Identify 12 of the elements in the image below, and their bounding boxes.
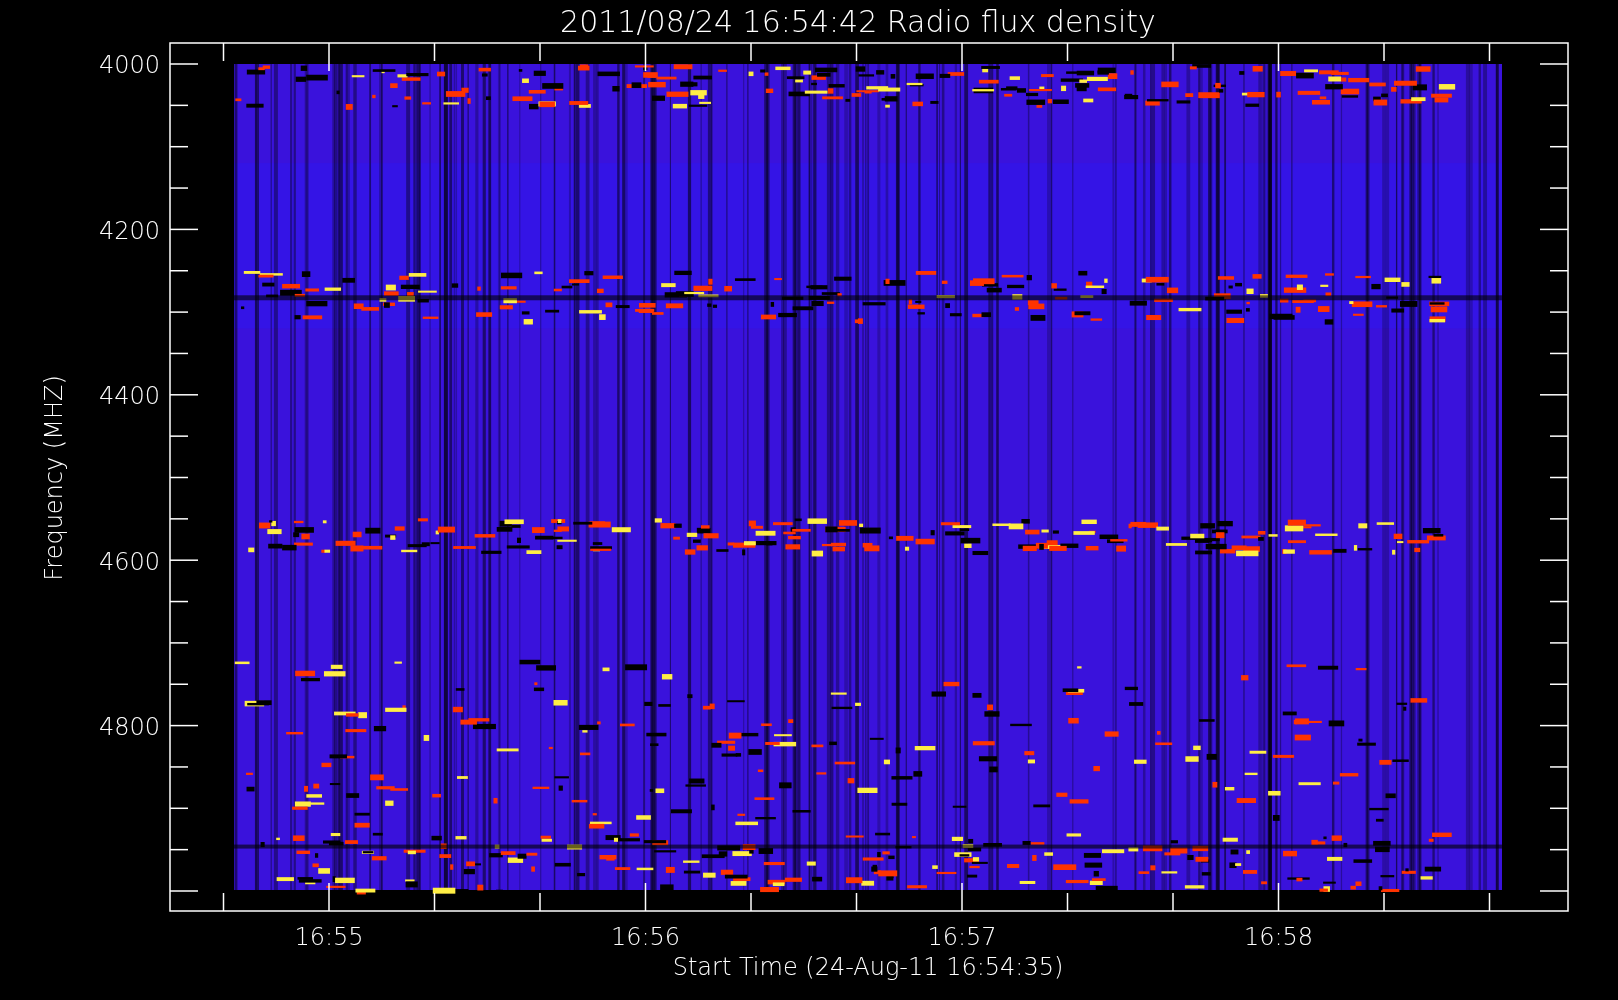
x-tick-label: 16:56	[610, 923, 681, 951]
plot-title: 2011/08/24 16:54:42 Radio flux density	[560, 4, 1156, 39]
y-tick-label: 4000	[98, 51, 160, 79]
y-tick-label: 4400	[98, 382, 160, 410]
y-axis-label: Frequency (MHZ)	[40, 375, 68, 581]
y-tick-label: 4600	[98, 547, 160, 576]
x-tick-label: 16:57	[927, 923, 997, 951]
x-tick-label: 16:55	[294, 923, 364, 951]
x-axis-label: Start Time (24-Aug-11 16:54:35)	[672, 953, 1064, 981]
x-tick-label: 16:58	[1243, 923, 1314, 951]
y-tick-label: 4800	[98, 713, 160, 741]
y-tick-label: 4200	[98, 216, 160, 245]
